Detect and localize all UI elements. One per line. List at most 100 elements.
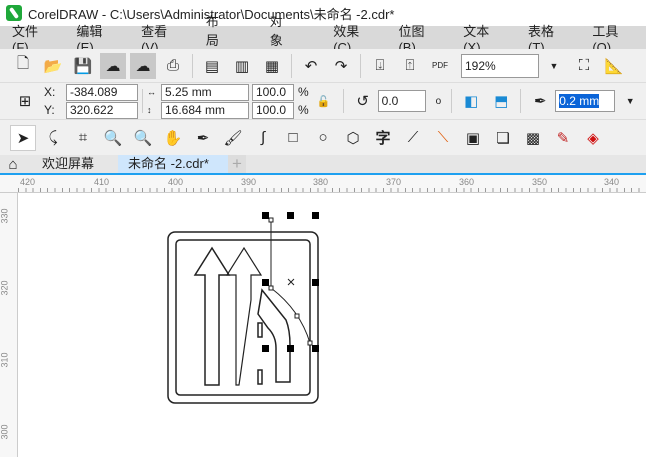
scale-x-input[interactable]: 100.0 [252,83,294,101]
horizontal-ruler[interactable]: 420 410 400 390 380 370 360 350 340 [0,175,646,193]
zoom-tool-icon[interactable]: 🔍 [100,125,126,151]
import-icon[interactable]: ⍗ [367,53,393,79]
tab-welcome-screen[interactable]: 欢迎屏幕 [32,155,118,173]
crop-tool-icon[interactable]: ⌗ [70,125,96,151]
height-icon: ↕ [147,105,152,115]
pen-tool-icon[interactable]: ✒ [190,125,216,151]
standard-toolbar: 🗋 📂 💾 ☁ ☁ ⎙ ▤ ▥ ▦ ↶ ↷ ⍗ ⍐ PDF 192% ▼ ⛶ 📐 [0,49,646,83]
text-tool-icon[interactable]: 字 [370,125,396,151]
degree-label: o [435,95,442,107]
rotate-icon: ↺ [356,93,369,110]
freehand-tool-icon[interactable]: ∫ [250,125,276,151]
coreldraw-logo-icon [6,5,22,21]
save-icon[interactable]: 💾 [70,53,96,79]
contour-tool-icon[interactable]: ▣ [460,125,486,151]
home-icon[interactable]: ⌂ [0,155,26,173]
pan-tool-icon[interactable]: ✋ [160,125,186,151]
tab-document[interactable]: 未命名 -2.cdr* [118,155,228,173]
ellipse-tool-icon[interactable]: ○ [310,125,336,151]
redo-icon[interactable]: ↷ [328,53,354,79]
menu-bar: 文件(F) 编辑(E) 查看(V) 布局(L) 对象(J) 效果(C) 位图(B… [0,14,646,64]
open-folder-icon[interactable]: 📂 [40,53,66,79]
x-position-input[interactable]: -384.089 mm [66,83,138,114]
scale-y-input[interactable]: 100.0 [252,101,294,119]
divider [291,53,292,78]
percent-label: % [298,103,309,117]
zoom-out-tool-icon[interactable]: 🔍 [130,125,156,151]
full-screen-icon[interactable]: ⛶ [571,53,597,79]
zoom-level-select[interactable]: 192% [461,53,539,78]
connector-tool-icon[interactable]: ⟍ [430,125,456,151]
mirror-horizontal-icon[interactable]: ◧ [458,88,484,114]
lane-dash [257,369,263,385]
sign-inner-border [175,239,311,396]
ruler-label: 370 [386,177,402,187]
ruler-label: 380 [313,177,329,187]
copy-icon[interactable]: ▥ [229,53,255,79]
outline-width-select[interactable]: 0.2 mm [555,90,616,112]
rectangle-tool-icon[interactable]: □ [280,125,306,151]
cloud-upload-icon[interactable]: ☁ [130,52,156,79]
eyedropper-tool-icon[interactable]: ✎ [550,125,576,151]
divider [192,53,193,78]
pick-tool-icon[interactable]: ➤ [10,124,36,151]
y-position-input[interactable]: 320.622 mm [66,101,138,132]
add-tab-button[interactable]: + [228,155,246,173]
print-icon[interactable]: ⎙ [160,53,186,79]
export-pdf-icon[interactable]: PDF [427,53,453,79]
reference-point-icon[interactable]: ⊞ [12,88,38,114]
fill-tool-icon[interactable]: ◈ [580,125,606,151]
divider [520,89,522,113]
percent-label: % [298,85,309,99]
straight-arrow-left [193,246,231,386]
ruler-label: 320 [0,280,10,296]
paste-icon[interactable]: ▦ [259,53,285,79]
ruler-label: 300 [0,424,10,440]
toolbox: ➤ ⤹ ⌗ 🔍 🔍 ✋ ✒ 🖌 ∫ □ ○ ⬡ 字 ⟋ ⟍ ▣ ❏ ▩ ✎ ◈ [0,120,646,155]
drop-shadow-tool-icon[interactable]: ❏ [490,125,516,151]
rotation-input[interactable]: 0.0 [377,90,426,112]
ruler-label: 400 [168,177,184,187]
straight-arrow-right [225,246,263,386]
property-bar: ⊞ X: -384.089 mm Y: 320.622 mm ↔ 5.25 mm100… [0,83,646,132]
ruler-label: 360 [459,177,475,187]
dimension-tool-icon[interactable]: ⟋ [400,125,426,151]
ruler-label: 390 [241,177,257,187]
export-icon[interactable]: ⍐ [397,53,423,79]
lock-ratio-icon[interactable]: 🔓 [311,88,337,114]
ruler-label: 350 [532,177,548,187]
transparency-tool-icon[interactable]: ▩ [520,125,546,151]
vertical-ruler[interactable]: 330 320 310 300 [0,193,18,457]
ruler-ticks [18,188,646,192]
mirror-vertical-icon[interactable]: ⬒ [488,88,514,114]
merge-arrow [257,288,291,383]
divider [342,89,344,113]
ruler-label: 310 [0,352,10,368]
divider [451,89,453,113]
divider [142,89,143,113]
sign-outer-border [167,231,319,404]
ruler-label: 410 [94,177,110,187]
polygon-tool-icon[interactable]: ⬡ [340,125,366,151]
outline-dropdown-chevron-icon[interactable]: ▼ [617,88,643,114]
undo-icon[interactable]: ↶ [298,53,324,79]
curve-nodes [268,217,313,346]
cut-icon[interactable]: ▤ [199,53,225,79]
document-tabs: ⌂ 欢迎屏幕 未命名 -2.cdr* + [0,155,646,175]
shape-tool-icon[interactable]: ⤹ [40,125,66,151]
width-icon: ↔ [147,87,156,97]
ruler-options-icon[interactable]: 📐 [601,53,627,79]
new-document-icon[interactable]: 🗋 [10,53,36,79]
center-marker-icon [287,278,295,286]
cloud-download-icon[interactable]: ☁ [100,52,126,79]
road-sign [167,231,319,404]
height-input[interactable]: 16.684 mm [161,101,249,119]
ruler-label: 330 [0,208,10,224]
width-input[interactable]: 5.25 mm [161,83,249,101]
divider [360,53,361,78]
zoom-dropdown-chevron-icon[interactable]: ▼ [541,53,567,79]
selected-curve [270,220,311,344]
lane-dash [257,322,263,338]
brush-tool-icon[interactable]: 🖌 [220,125,246,151]
outline-width-value: 0.2 mm [559,94,600,108]
